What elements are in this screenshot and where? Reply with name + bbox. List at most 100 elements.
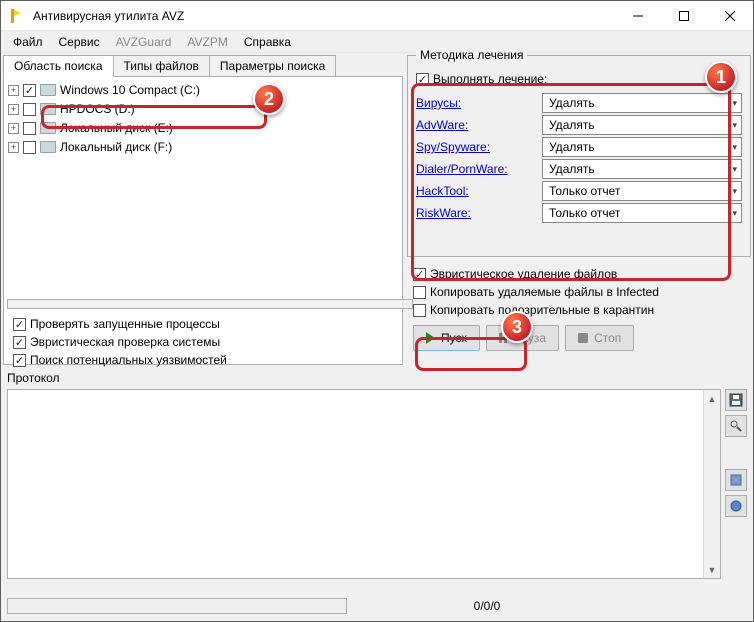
tab-file-types[interactable]: Типы файлов [113, 55, 210, 77]
titlebar: Антивирусная утилита AVZ [1, 1, 753, 31]
drive-checkbox[interactable] [23, 103, 36, 116]
option-row: Эвристическая проверка системы [13, 333, 401, 351]
method-link[interactable]: Spy/Spyware: [416, 140, 536, 154]
drive-row[interactable]: + Windows 10 Compact (C:) [8, 81, 398, 99]
drive-label: Локальный диск (F:) [60, 140, 172, 154]
drive-icon [40, 84, 56, 96]
progress-text: 0/0/0 [347, 599, 627, 613]
method-link[interactable]: HackTool: [416, 184, 536, 198]
maximize-button[interactable] [661, 1, 707, 31]
left-options: Проверять запущенные процессы Эвристическ… [7, 311, 407, 373]
option-checkbox[interactable] [13, 336, 26, 349]
method-link[interactable]: Dialer/PornWare: [416, 162, 536, 176]
statusbar: 0/0/0 [7, 595, 747, 617]
option-row: Копировать подозрительные в карантин [413, 301, 745, 319]
option-checkbox[interactable] [413, 268, 426, 281]
start-button[interactable]: Пуск [413, 325, 480, 351]
combo-value: Удалять [549, 118, 595, 132]
method-row: HackTool: Только отчет▾ [416, 180, 742, 202]
stop-icon [578, 333, 588, 343]
control-buttons: Пуск Пауза Стоп [407, 323, 751, 357]
start-button-label: Пуск [441, 331, 467, 345]
stop-button[interactable]: Стоп [565, 325, 634, 351]
drive-label: Локальный диск (E:) [60, 121, 173, 135]
method-combo[interactable]: Только отчет ▾ [542, 203, 742, 223]
close-button[interactable] [707, 1, 753, 31]
scroll-up-icon[interactable]: ▲ [704, 390, 720, 407]
scrollbar[interactable]: ▲ ▼ [703, 390, 720, 578]
drive-row[interactable]: + Локальный диск (E:) [8, 119, 398, 137]
treatment-method-group: Методика лечения Выполнять лечение: Виру… [407, 55, 751, 257]
option-label: Копировать удаляемые файлы в Infected [430, 285, 659, 299]
treatment-legend: Методика лечения [416, 48, 527, 62]
drive-icon [40, 141, 56, 153]
method-row: AdvWare: Удалять▾ [416, 114, 742, 136]
progress-bar [7, 598, 347, 614]
view-log-button[interactable] [725, 415, 747, 437]
method-link[interactable]: RiskWare: [416, 206, 536, 220]
drive-checkbox[interactable] [23, 84, 36, 97]
drive-checkbox[interactable] [23, 141, 36, 154]
method-row: Dialer/PornWare: Удалять ▾ [416, 158, 742, 180]
drive-checkbox[interactable] [23, 122, 36, 135]
method-link[interactable]: Вирусы: [416, 96, 536, 110]
tool-button-1[interactable] [725, 469, 747, 491]
separator [7, 299, 413, 309]
method-row: Spy/Spyware: Удалять▾ [416, 136, 742, 158]
option-label: Проверять запущенные процессы [30, 317, 220, 331]
perform-treatment-label: Выполнять лечение: [433, 72, 547, 86]
chevron-down-icon: ▾ [732, 164, 737, 175]
method-combo[interactable]: Только отчет▾ [542, 181, 742, 201]
tab-scan-params[interactable]: Параметры поиска [209, 55, 336, 77]
option-checkbox[interactable] [413, 304, 426, 317]
protocol-textarea[interactable]: ▲ ▼ [7, 389, 721, 579]
option-label: Эвристическое удаление файлов [430, 267, 617, 281]
expander-icon[interactable]: + [8, 85, 19, 96]
tool-button-2[interactable] [725, 495, 747, 517]
method-row: RiskWare: Только отчет ▾ [416, 202, 742, 224]
expander-icon[interactable]: + [8, 123, 19, 134]
combo-value: Только отчет [549, 184, 620, 198]
combo-value: Удалять [549, 162, 595, 176]
perform-treatment-checkbox[interactable] [416, 73, 429, 86]
menu-avzguard[interactable]: AVZGuard [108, 33, 180, 51]
expander-icon[interactable]: + [8, 104, 19, 115]
minimize-button[interactable] [615, 1, 661, 31]
right-options: Эвристическое удаление файлов Копировать … [407, 261, 751, 323]
scan-tabs: Область поиска Типы файлов Параметры пои… [3, 55, 403, 77]
menu-avzpm[interactable]: AVZPM [179, 33, 235, 51]
drive-label: Windows 10 Compact (C:) [60, 83, 200, 97]
expander-icon[interactable]: + [8, 142, 19, 153]
menu-help[interactable]: Справка [236, 33, 299, 51]
chevron-down-icon: ▾ [732, 98, 737, 109]
combo-value: Только отчет [549, 206, 620, 220]
drive-row[interactable]: + Локальный диск (F:) [8, 138, 398, 156]
scroll-down-icon[interactable]: ▼ [704, 561, 720, 578]
combo-value: Удалять [549, 140, 595, 154]
drive-row[interactable]: + HPDOCS (D:) [8, 100, 398, 118]
save-log-button[interactable] [725, 389, 747, 411]
option-label: Эвристическая проверка системы [30, 335, 220, 349]
menubar: Файл Сервис AVZGuard AVZPM Справка [1, 31, 753, 53]
tab-scan-area[interactable]: Область поиска [3, 55, 114, 77]
drive-icon [40, 122, 56, 134]
option-checkbox[interactable] [13, 318, 26, 331]
menu-service[interactable]: Сервис [51, 33, 108, 51]
chevron-down-icon: ▾ [732, 208, 737, 219]
method-link[interactable]: AdvWare: [416, 118, 536, 132]
method-combo[interactable]: Удалять▾ [542, 115, 742, 135]
drive-label: HPDOCS (D:) [60, 102, 135, 116]
combo-value: Удалять [549, 96, 595, 110]
window-title: Антивирусная утилита AVZ [31, 9, 615, 23]
option-checkbox[interactable] [413, 286, 426, 299]
option-row: Копировать удаляемые файлы в Infected [413, 283, 745, 301]
drive-icon [40, 103, 56, 115]
menu-file[interactable]: Файл [5, 33, 51, 51]
method-combo[interactable]: Удалять ▾ [542, 93, 742, 113]
callout-2: 2 [253, 83, 285, 115]
callout-1: 1 [705, 61, 737, 93]
method-combo[interactable]: Удалять ▾ [542, 159, 742, 179]
method-combo[interactable]: Удалять▾ [542, 137, 742, 157]
option-checkbox[interactable] [13, 354, 26, 367]
app-icon [1, 1, 31, 31]
